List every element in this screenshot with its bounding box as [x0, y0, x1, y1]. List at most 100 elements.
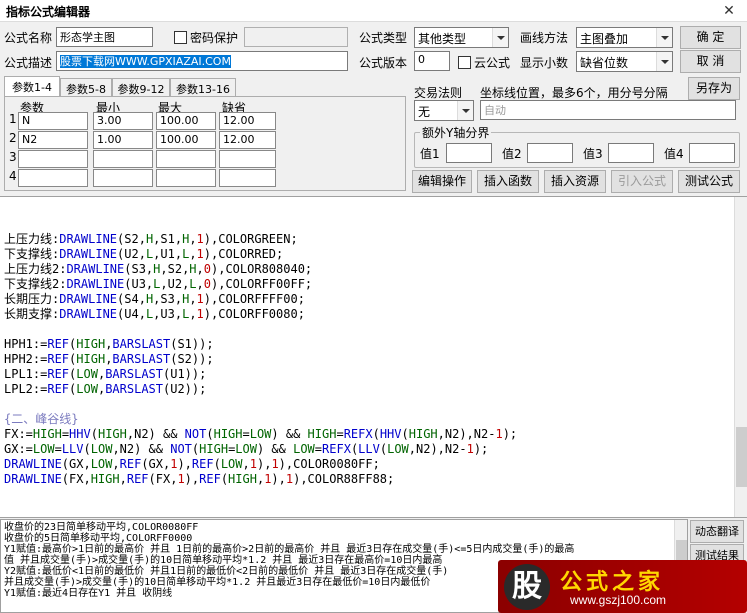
param-default-input[interactable]: 12.00 — [219, 131, 276, 149]
type-label: 公式类型 — [359, 31, 408, 45]
code-token: (U3, — [124, 277, 154, 291]
code-token: , — [112, 457, 120, 471]
code-token: ,S1, — [153, 232, 183, 246]
param-name-input[interactable]: N — [18, 112, 88, 130]
tab-params-1-4[interactable]: 参数1-4 — [4, 76, 60, 97]
code-token: (FX, — [148, 472, 178, 486]
edit-op-button[interactable]: 编辑操作 — [412, 170, 472, 193]
close-icon[interactable]: ✕ — [712, 0, 746, 22]
formula-name-input[interactable]: 形态学主图 — [56, 27, 153, 47]
code-token: DRAWLINE — [59, 247, 118, 261]
code-token: REF — [119, 457, 142, 471]
param-default-input[interactable] — [219, 169, 276, 187]
code-token: ( — [206, 427, 214, 441]
code-token: 0 — [203, 262, 211, 276]
code-token: ),COLORFF0080; — [203, 307, 305, 321]
code-token: BARSLAST — [112, 352, 171, 366]
code-token: ), — [184, 472, 200, 486]
code-token: REF — [191, 457, 214, 471]
param-default-input[interactable]: 12.00 — [219, 112, 276, 130]
code-token: ,U3, — [153, 307, 183, 321]
extra-y-input-2[interactable] — [527, 143, 573, 163]
code-token: NOT — [170, 442, 192, 456]
chevron-down-icon — [656, 52, 672, 71]
decimals-select[interactable]: 缺省位数 — [576, 51, 673, 72]
code-token: LOW — [76, 382, 98, 396]
code-token: LOW — [220, 457, 243, 471]
decimals-select-value: 缺省位数 — [580, 56, 629, 70]
code-token: 1 — [177, 472, 185, 486]
code-token: ( — [220, 472, 229, 486]
extra-y-label-1: 值1 — [420, 147, 440, 161]
cloud-checkbox[interactable] — [458, 56, 471, 69]
param-name-input[interactable] — [18, 169, 88, 187]
param-max-input[interactable]: 100.00 — [156, 131, 216, 149]
chevron-down-icon — [492, 28, 508, 47]
translation-line: Y1赋值:最近4日存在Y1 并且 收阴线 — [4, 588, 173, 599]
tab-params-5-8[interactable]: 参数5-8 — [60, 78, 112, 97]
code-token: HIGH — [213, 427, 243, 441]
param-max-input[interactable] — [156, 169, 216, 187]
translate-button[interactable]: 动态翻译 — [690, 520, 744, 543]
trade-rule-value: 无 — [418, 105, 431, 119]
import-formula-button[interactable]: 引入公式 — [611, 170, 673, 193]
param-max-input[interactable]: 100.00 — [156, 112, 216, 130]
param-min-input[interactable]: 1.00 — [93, 131, 153, 149]
param-default-input[interactable] — [219, 150, 276, 168]
code-token: LOW — [32, 442, 55, 456]
code-token: = — [336, 427, 344, 441]
trade-rule-select[interactable]: 无 — [414, 100, 474, 121]
password-input[interactable] — [244, 27, 348, 47]
code-token: ),COLOR0080FF; — [278, 457, 380, 471]
code-token: BARSLAST — [105, 367, 163, 381]
code-token: HIGH — [97, 427, 127, 441]
draw-select[interactable]: 主图叠加 — [576, 27, 673, 48]
code-token: (S2, — [117, 232, 146, 246]
param-min-input[interactable]: 3.00 — [93, 112, 153, 130]
editor-scrollbar[interactable] — [734, 197, 747, 517]
code-token: , — [189, 232, 197, 246]
code-line: HPH1:=REF(HIGH,BARSLAST(S1)); — [4, 337, 214, 352]
desc-label: 公式描述 — [4, 56, 53, 70]
code-token: 1 — [196, 292, 204, 306]
insert-function-button[interactable]: 插入函数 — [477, 170, 539, 193]
param-min-input[interactable] — [93, 169, 153, 187]
param-min-input[interactable] — [93, 150, 153, 168]
editor-scroll-thumb[interactable] — [736, 427, 747, 487]
param-name-input[interactable] — [18, 150, 88, 168]
code-token: FX:= — [4, 427, 33, 441]
code-token: (S2)); — [170, 352, 214, 366]
extra-y-input-4[interactable] — [689, 143, 735, 163]
code-token: ),COLORRED; — [203, 247, 284, 261]
type-select-value: 其他类型 — [418, 32, 467, 46]
password-checkbox[interactable] — [174, 31, 187, 44]
code-line: DRAWLINE(GX,LOW,REF(GX,1),REF(LOW,1),1),… — [4, 457, 380, 472]
type-select[interactable]: 其他类型 — [414, 27, 509, 48]
param-max-input[interactable] — [156, 150, 216, 168]
param-row-index: 2 — [9, 131, 17, 145]
extra-y-input-3[interactable] — [608, 143, 654, 163]
formula-desc-input[interactable]: 股票下载网WWW.GPXIAZAI.COM — [56, 51, 348, 71]
code-line: GX:=LOW=LLV(LOW,N2) && NOT(HIGH=LOW) && … — [4, 442, 488, 457]
test-formula-button[interactable]: 测试公式 — [678, 170, 740, 193]
code-token: ),COLORGREEN; — [203, 232, 298, 246]
tab-params-9-12[interactable]: 参数9-12 — [112, 78, 170, 97]
code-token: 上压力线: — [4, 232, 60, 246]
save-as-button[interactable]: 另存为 — [688, 77, 740, 100]
extra-y-input-1[interactable] — [446, 143, 492, 163]
param-name-input[interactable]: N2 — [18, 131, 88, 149]
code-token: (U2)); — [163, 382, 207, 396]
code-editor[interactable]: 上压力线:DRAWLINE(S2,H,S1,H,1),COLORGREEN; 下支… — [0, 196, 747, 518]
cancel-button[interactable]: 取 消 — [680, 50, 741, 73]
title-bar: 指标公式编辑器 ✕ — [0, 0, 747, 22]
code-line: {二、峰谷线} — [4, 412, 78, 427]
coord-input[interactable]: 自动 — [480, 100, 736, 120]
tab-params-13-16[interactable]: 参数13-16 — [170, 78, 236, 97]
code-token: , — [189, 307, 197, 321]
version-input[interactable]: 0 — [414, 51, 450, 71]
version-label: 公式版本 — [359, 56, 408, 70]
code-line: 下支撑线:DRAWLINE(U2,L,U1,L,1),COLORRED; — [4, 247, 283, 262]
code-token: HHV — [69, 427, 91, 441]
insert-resource-button[interactable]: 插入资源 — [544, 170, 606, 193]
ok-button[interactable]: 确 定 — [680, 26, 741, 49]
